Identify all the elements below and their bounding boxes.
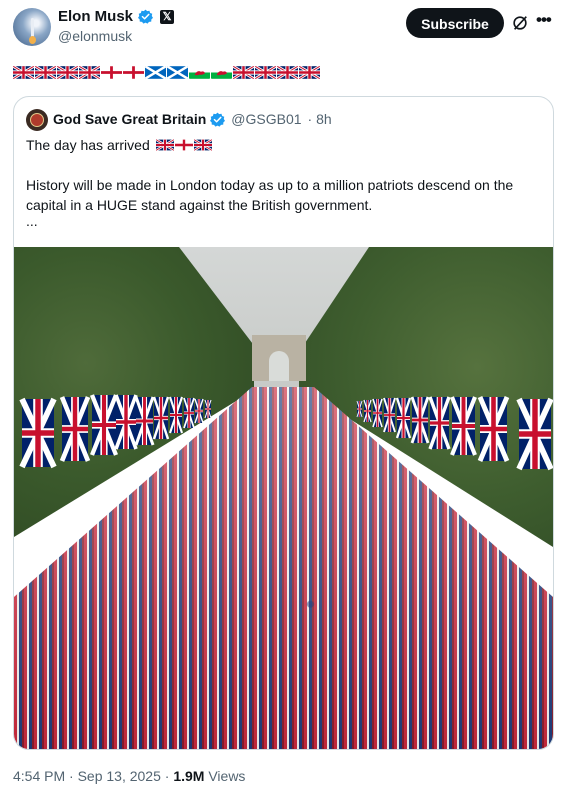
hanging-banner-flag	[410, 396, 430, 444]
scotland-flag-icon	[145, 66, 166, 79]
post-flag-row	[13, 66, 320, 80]
hanging-banner-flag	[89, 394, 119, 456]
wales-flag-icon	[189, 66, 210, 79]
author-handle[interactable]: @elonmusk	[58, 28, 132, 44]
more-options-icon[interactable]: •••	[536, 10, 556, 30]
quoted-post-card[interactable]: God Save Great Britain @GSGB01 · 8h The …	[13, 96, 554, 750]
views-count: 1.9M	[173, 768, 205, 784]
flame-shape	[29, 36, 36, 44]
hanging-banner-flag	[204, 399, 212, 419]
post-time-date[interactable]: 4:54 PM · Sep 13, 2025 ·	[13, 768, 173, 784]
quoted-text-line1-text: The day has arrived	[26, 137, 150, 153]
quoted-text-line1: The day has arrived	[26, 137, 212, 153]
hanging-banner-flag	[363, 399, 372, 423]
hanging-banner-flag	[372, 398, 383, 428]
quoted-flag-row	[155, 139, 212, 151]
author-name[interactable]: Elon Musk	[58, 8, 133, 25]
post-header: Elon Musk 𝕏 @elonmusk Subscribe •••	[0, 0, 564, 60]
uk-flag-icon	[299, 66, 320, 79]
quoted-text-ellipsis: ...	[26, 213, 38, 229]
england-flag-icon	[101, 66, 122, 79]
hanging-banner-flag	[134, 396, 155, 446]
hanging-banner-flag	[428, 396, 451, 450]
hanging-banner-flag	[114, 394, 138, 450]
hanging-banner-flag	[59, 396, 91, 462]
author-avatar[interactable]	[13, 8, 51, 46]
scotland-flag-icon	[167, 66, 188, 79]
hanging-banner-flag	[395, 397, 412, 439]
uk-flag-icon	[57, 66, 78, 79]
wales-flag-icon	[211, 66, 232, 79]
hanging-banner-flag	[383, 397, 396, 433]
hanging-banner-flag	[152, 396, 170, 440]
subscribe-button[interactable]: Subscribe	[406, 8, 504, 38]
quoted-author-avatar[interactable]	[26, 109, 48, 131]
uk-flag-icon	[79, 66, 100, 79]
author-name-row: Elon Musk 𝕏	[58, 8, 175, 25]
uk-flag-icon	[35, 66, 56, 79]
verified-badge-icon	[210, 112, 226, 127]
banner-flags-left	[19, 394, 553, 471]
hanging-banner-flag	[450, 396, 477, 456]
england-flag-icon	[123, 66, 144, 79]
quoted-author-handle[interactable]: @GSGB01	[231, 111, 301, 127]
uk-flag-icon	[155, 139, 174, 151]
post-meta: 4:54 PM · Sep 13, 2025 · 1.9M Views	[13, 768, 245, 784]
england-flag-icon	[174, 139, 193, 151]
uk-flag-icon	[13, 66, 34, 79]
hanging-banner-flag	[183, 397, 195, 429]
views-label: Views	[204, 768, 246, 784]
hanging-banner-flag	[194, 398, 204, 424]
quoted-name-row: God Save Great Britain @GSGB01 · 8h	[53, 111, 332, 127]
post-photo[interactable]	[14, 247, 553, 749]
uk-flag-icon	[193, 139, 212, 151]
x-logo-icon: 𝕏	[160, 9, 175, 24]
uk-flag-icon	[255, 66, 276, 79]
hanging-banner-flag	[168, 396, 184, 434]
uk-flag-icon	[233, 66, 254, 79]
quoted-author-name[interactable]: God Save Great Britain	[53, 111, 206, 127]
uk-flag-icon	[277, 66, 298, 79]
hanging-banner-flag	[516, 397, 553, 471]
verified-badge-icon	[138, 9, 154, 24]
hanging-banner-flag	[19, 397, 57, 469]
rocket-shape	[31, 18, 34, 38]
hanging-banner-flag	[356, 400, 363, 418]
quoted-text-body: History will be made in London today as …	[26, 177, 514, 213]
hanging-banner-flag	[477, 396, 510, 462]
quoted-timestamp[interactable]: · 8h	[308, 111, 332, 127]
grok-icon[interactable]	[511, 14, 529, 32]
